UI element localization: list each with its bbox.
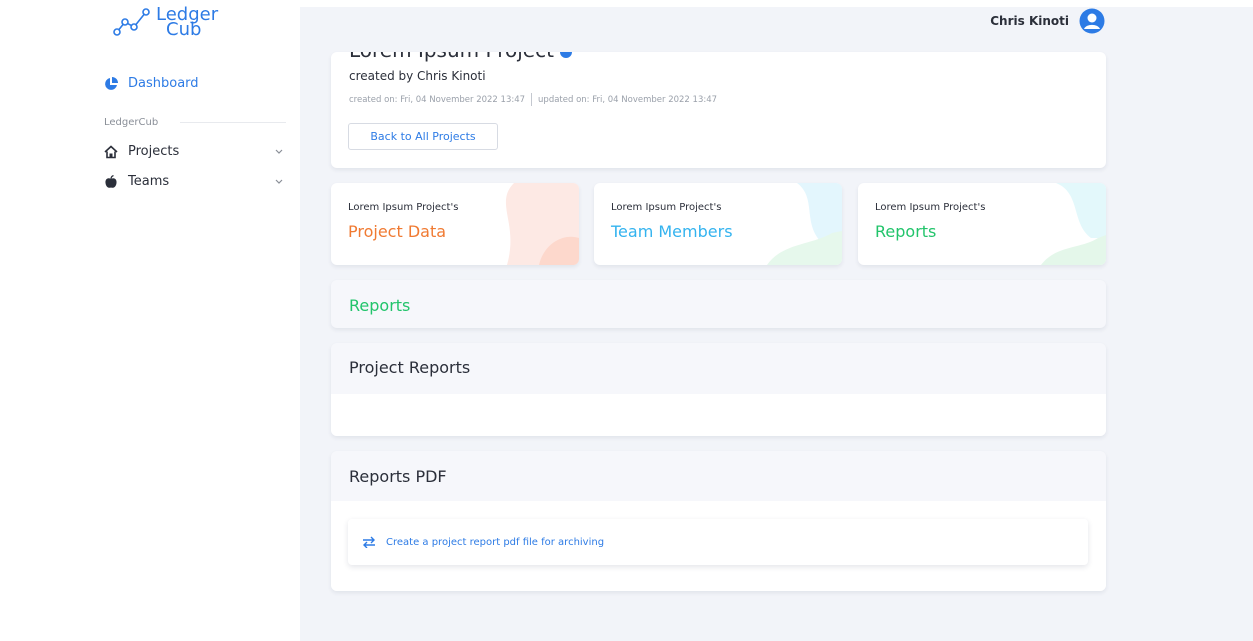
tile-title: Project Data (348, 222, 447, 241)
tile-title: Team Members (611, 222, 733, 241)
sidebar: Ledger Cub Dashboard LedgerCub Projects … (0, 0, 300, 641)
chevron-down-icon (275, 149, 283, 154)
reports-heading: Reports (349, 296, 411, 315)
user-menu[interactable]: Chris Kinoti (990, 8, 1105, 34)
project-reports-heading: Project Reports (349, 358, 471, 377)
home-icon (104, 144, 118, 158)
created-by-text: created by Chris Kinoti (349, 69, 486, 83)
create-pdf-button[interactable]: Create a project report pdf file for arc… (348, 519, 1088, 565)
reports-section: Reports (331, 280, 1106, 328)
user-name: Chris Kinoti (990, 14, 1069, 28)
tile-subtitle: Lorem Ipsum Project's (875, 202, 986, 213)
meta-divider (531, 93, 533, 106)
sidebar-section-label: LedgerCub (104, 117, 159, 128)
project-reports-body (331, 394, 1106, 436)
brand-name: Ledger Cub (156, 6, 218, 39)
sidebar-divider (180, 122, 286, 123)
apple-icon (105, 174, 117, 188)
tile-decoration (505, 183, 579, 265)
sidebar-item-label: Projects (128, 144, 180, 159)
project-dates: created on: Fri, 04 November 2022 13:47 … (349, 93, 717, 106)
tile-decoration (1041, 183, 1106, 265)
project-reports-card: Project Reports (331, 343, 1106, 436)
swap-arrows-icon (363, 536, 375, 548)
pie-chart-icon (105, 76, 118, 90)
tile-decoration (767, 183, 842, 265)
logo-graph-icon (113, 8, 150, 36)
create-pdf-label: Create a project report pdf file for arc… (386, 536, 605, 548)
tile-reports[interactable]: Lorem Ipsum Project's Reports (858, 183, 1106, 265)
sidebar-item-teams[interactable]: Teams (104, 174, 290, 189)
project-header-card: Lorem Ipsum Project created by Chris Kin… (331, 52, 1106, 168)
sidebar-item-label: Dashboard (128, 76, 199, 91)
chevron-down-icon (275, 179, 283, 184)
tile-team-members[interactable]: Lorem Ipsum Project's Team Members (594, 183, 842, 265)
sidebar-item-label: Teams (128, 174, 170, 189)
user-avatar-icon (1079, 8, 1105, 34)
reports-pdf-heading: Reports PDF (349, 467, 447, 486)
project-title: Lorem Ipsum Project (349, 52, 554, 62)
sidebar-item-projects[interactable]: Projects (104, 144, 290, 159)
brand-logo[interactable]: Ledger Cub (112, 6, 218, 39)
reports-pdf-card: Reports PDF Create a project report pdf … (331, 451, 1106, 591)
tile-title: Reports (875, 222, 937, 241)
tile-project-data[interactable]: Lorem Ipsum Project's Project Data (331, 183, 579, 265)
sidebar-item-dashboard[interactable]: Dashboard (104, 76, 199, 91)
updated-on-text: updated on: Fri, 04 November 2022 13:47 (538, 94, 718, 105)
verified-badge-icon (560, 52, 573, 58)
created-on-text: created on: Fri, 04 November 2022 13:47 (349, 94, 526, 105)
tile-subtitle: Lorem Ipsum Project's (348, 202, 459, 213)
tile-subtitle: Lorem Ipsum Project's (611, 202, 722, 213)
page-title: Lorem Ipsum Project (349, 52, 573, 62)
back-to-projects-button[interactable]: Back to All Projects (348, 123, 498, 150)
